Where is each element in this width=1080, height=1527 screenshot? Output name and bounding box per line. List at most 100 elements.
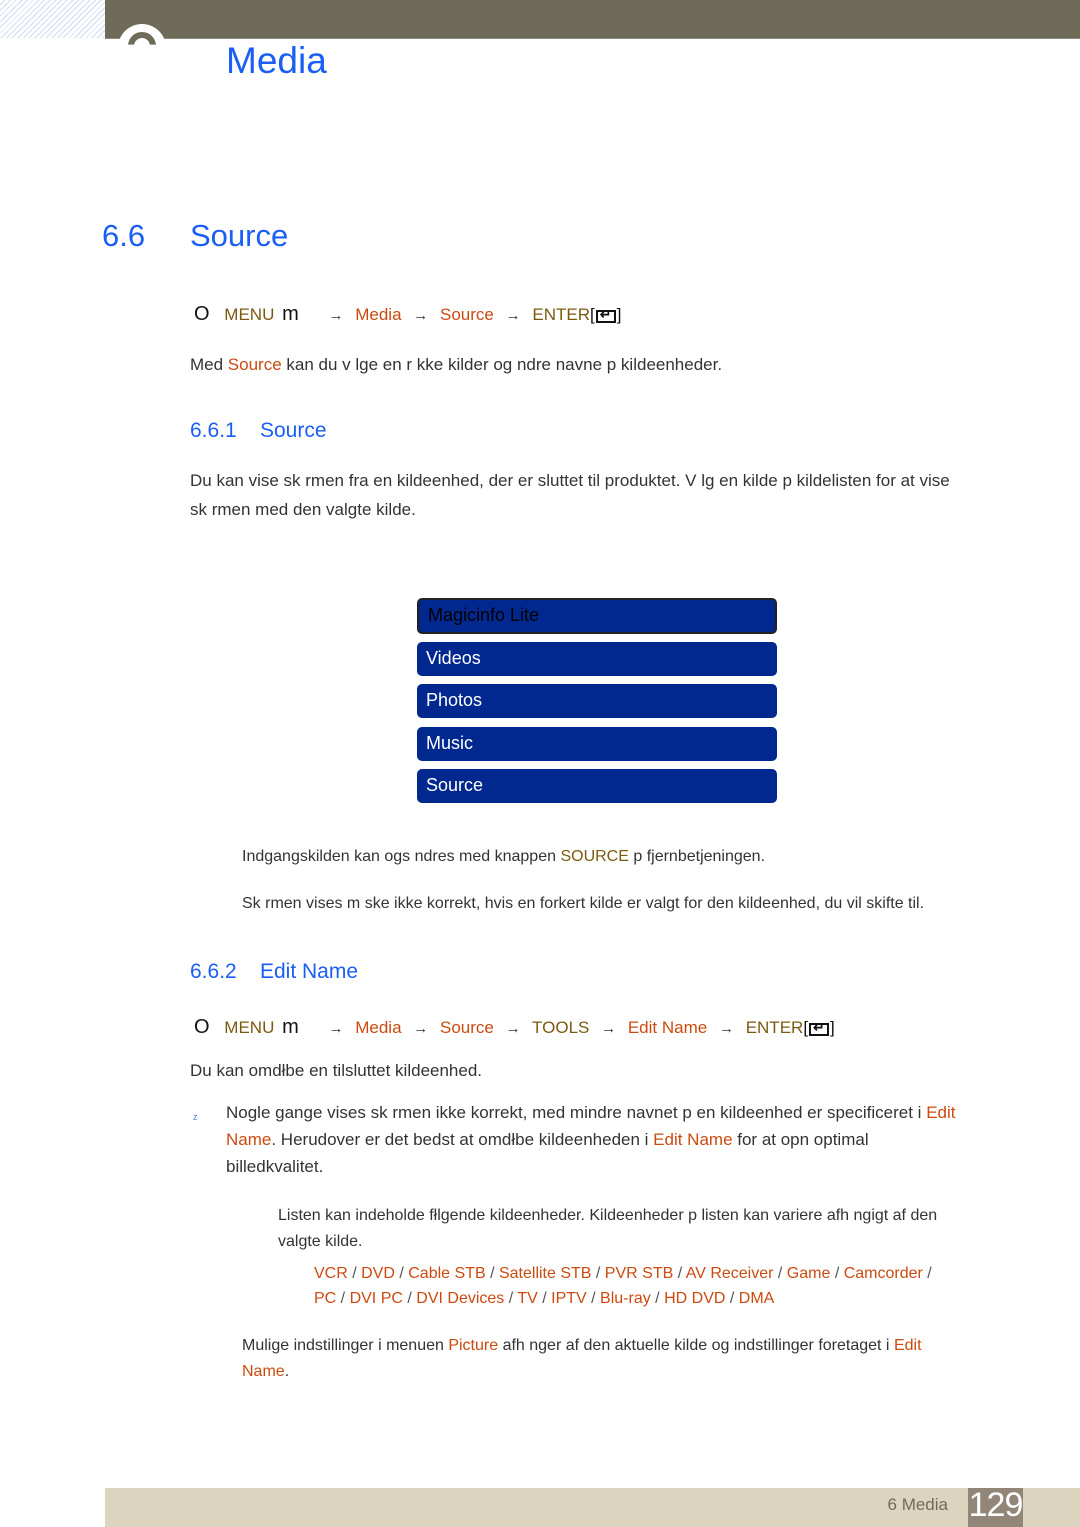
header-bar <box>105 0 1080 39</box>
list-note-line: Listen kan indeholde fłlgende kildeenhed… <box>278 1207 938 1224</box>
edit-name-link[interactable]: Name <box>242 1363 285 1380</box>
arrow-icon: → <box>413 1020 429 1037</box>
bullet-text: for at opn optimal <box>732 1130 869 1149</box>
device-item[interactable]: PC <box>314 1290 336 1307</box>
device-item[interactable]: DVI PC <box>350 1290 403 1307</box>
menu-path-item[interactable]: Source <box>440 305 494 324</box>
menu-path-item[interactable]: Source <box>440 1018 494 1037</box>
intro-text: kan du v lge en r kke kilder og ndre nav… <box>281 355 723 374</box>
list-note: Listen kan indeholde fłlgende kildeenhed… <box>278 1203 998 1255</box>
device-item[interactable]: DVI Devices <box>416 1290 504 1307</box>
separator: / <box>922 1265 932 1282</box>
intro-source-link[interactable]: Source <box>228 355 282 374</box>
enter-icon <box>809 1019 830 1036</box>
menu-key: MENU <box>224 1018 275 1037</box>
final-note-line: Name. <box>242 1359 982 1385</box>
subsection-title: Source <box>260 419 327 442</box>
intro-text: Med <box>190 355 228 374</box>
enter-key: ENTER <box>532 305 590 324</box>
note-text: . <box>284 1363 290 1380</box>
section-intro: Med Source kan du v lge en r kke kilder … <box>190 350 722 379</box>
arrow-icon: → <box>328 307 344 324</box>
chapter-circle-icon <box>118 24 166 72</box>
section-number: 6.6 <box>102 218 146 253</box>
separator: / <box>336 1290 350 1307</box>
chapter-title: Media <box>226 40 327 81</box>
note-text: afh nger af den aktuelle kilde og indsti… <box>498 1337 894 1354</box>
menu-button-icon: m <box>282 1016 299 1038</box>
section-title: Source <box>190 218 289 253</box>
separator: / <box>402 1290 417 1307</box>
sub2-bullet: Nogle gange vises sk rmen ikke korrekt, … <box>226 1099 1016 1180</box>
device-item[interactable]: TV <box>517 1290 537 1307</box>
device-item[interactable]: AV Receiver <box>686 1265 774 1282</box>
arrow-icon: → <box>328 1020 344 1037</box>
separator: / <box>830 1265 844 1282</box>
edit-name-link[interactable]: Edit <box>926 1103 955 1122</box>
separator: / <box>673 1265 686 1282</box>
subsection-number: 6.6.1 <box>190 419 237 442</box>
device-item[interactable]: Camcorder <box>844 1265 923 1282</box>
subsection-title: Edit Name <box>260 960 359 983</box>
bullet-line: Nogle gange vises sk rmen ikke korrekt, … <box>226 1099 1016 1126</box>
device-item[interactable]: DVD <box>361 1265 395 1282</box>
edit-name-link[interactable]: Edit <box>894 1337 922 1354</box>
device-row: PC / DVI PC / DVI Devices / TV / IPTV / … <box>314 1286 932 1311</box>
device-item[interactable]: Satellite STB <box>499 1265 591 1282</box>
device-item[interactable]: Cable STB <box>408 1265 485 1282</box>
note-text: Mulige indstillinger i menuen <box>242 1337 449 1354</box>
source-item-music[interactable]: Music <box>417 727 777 761</box>
bullet-line: Name. Herudover er det bedst at omdłbe k… <box>226 1126 1016 1153</box>
device-item[interactable]: VCR <box>314 1265 348 1282</box>
final-note: Mulige indstillinger i menuen Picture af… <box>242 1333 982 1385</box>
menu-path-item[interactable]: Media <box>355 1018 401 1037</box>
device-item[interactable]: DMA <box>739 1290 775 1307</box>
menu-path-item[interactable]: Edit Name <box>628 1018 707 1037</box>
footer-chapter-label: 6 Media <box>887 1495 948 1514</box>
device-list: VCR / DVD / Cable STB / Satellite STB / … <box>314 1261 932 1311</box>
device-item[interactable]: Game <box>787 1265 831 1282</box>
source-item-magicinfo-lite[interactable]: Magicinfo Lite <box>417 598 777 634</box>
device-item[interactable]: IPTV <box>551 1290 587 1307</box>
menu-path-source: O MENU m → Media → Source → ENTER[] <box>194 303 621 326</box>
note-text: Indgangskilden kan ogs ndres med knappen <box>242 848 561 865</box>
separator: / <box>537 1290 552 1307</box>
bracket-open: [ <box>589 305 595 324</box>
separator: / <box>586 1290 601 1307</box>
menu-lead-icon: O <box>194 1016 210 1038</box>
menu-lead-icon: O <box>194 303 210 325</box>
enter-key: ENTER <box>745 1018 804 1037</box>
arrow-icon: → <box>505 307 521 324</box>
menu-path-item[interactable]: Media <box>355 305 401 324</box>
note-wrong-source: Sk rmen vises m ske ikke korrekt, hvis e… <box>242 895 925 912</box>
device-item[interactable]: Blu-ray <box>600 1290 651 1307</box>
separator: / <box>725 1290 739 1307</box>
menu-key: MENU <box>224 305 275 324</box>
enter-icon <box>595 306 616 323</box>
device-item[interactable]: HD DVD <box>664 1290 725 1307</box>
source-item-videos[interactable]: Videos <box>417 642 777 676</box>
separator: / <box>650 1290 665 1307</box>
picture-link[interactable]: Picture <box>448 1337 498 1354</box>
device-item[interactable]: PVR STB <box>605 1265 673 1282</box>
sub2-intro: Du kan omdłbe en tilsluttet kildeenhed. <box>190 1061 483 1080</box>
bullet-text: . Herudover er det bedst at omdłbe kilde… <box>271 1130 654 1149</box>
list-note-line: valgte kilde. <box>278 1233 363 1250</box>
arrow-icon: → <box>413 307 429 324</box>
tools-key: TOOLS <box>532 1018 590 1037</box>
source-item-photos[interactable]: Photos <box>417 684 777 718</box>
source-key: SOURCE <box>560 848 629 865</box>
bracket-close: ] <box>830 1018 835 1037</box>
arrow-icon: → <box>505 1020 521 1037</box>
paragraph-line: sk rmen med den valgte kilde. <box>190 500 416 519</box>
page-number: 129 <box>968 1486 1024 1524</box>
paragraph-line: Du kan vise sk rmen fra en kildeenhed, d… <box>190 471 950 490</box>
bullet-line: billedkvalitet. <box>226 1157 324 1176</box>
sub1-paragraph: Du kan vise sk rmen fra en kildeenhed, d… <box>190 466 1020 524</box>
bracket-open: [ <box>803 1018 809 1037</box>
subsection-number: 6.6.2 <box>190 960 237 983</box>
separator: / <box>485 1265 499 1282</box>
source-item-source[interactable]: Source <box>417 769 777 803</box>
edit-name-link[interactable]: Edit Name <box>653 1130 732 1149</box>
edit-name-link[interactable]: Name <box>226 1130 271 1149</box>
